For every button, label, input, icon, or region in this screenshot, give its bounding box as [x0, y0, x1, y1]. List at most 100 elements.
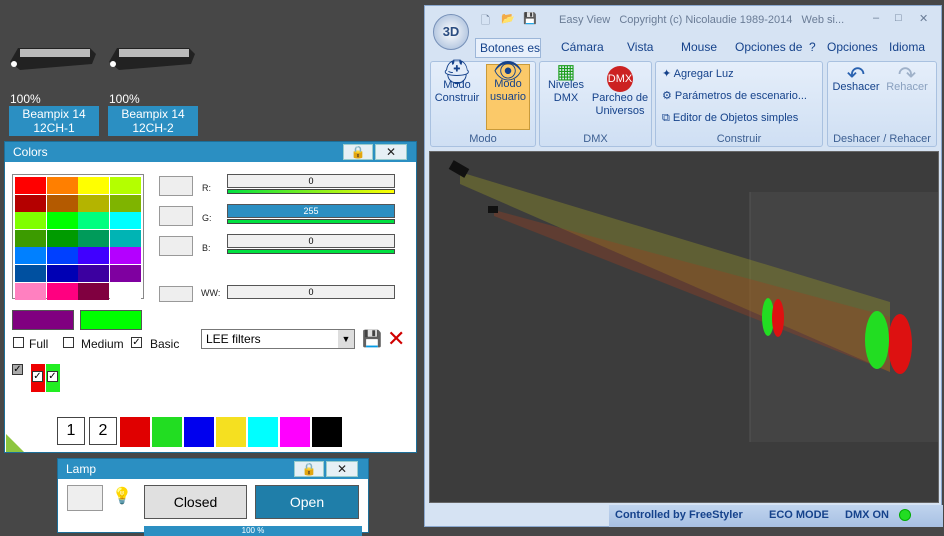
save-icon[interactable]: 💾 [523, 12, 537, 25]
lock-button[interactable]: 🔒 [343, 144, 373, 160]
open-button[interactable]: Open [255, 485, 359, 519]
color-cell[interactable] [15, 194, 46, 212]
resize-grip-icon[interactable] [6, 434, 24, 452]
color-cell[interactable] [78, 194, 109, 212]
color-cell[interactable] [46, 265, 78, 282]
close-button[interactable]: ✕ [919, 12, 928, 25]
g-slider[interactable]: 255 [227, 204, 395, 218]
palette-swatch[interactable] [312, 417, 342, 447]
app-titlebar[interactable]: 3D 🗋 📂 💾 Easy View Copyright (c) Nicolau… [425, 6, 941, 50]
color-cell[interactable] [46, 282, 78, 300]
checkbox-green-cell[interactable]: ✓ [46, 364, 60, 392]
basic-checkbox[interactable]: ✓ [131, 337, 142, 348]
color-cell[interactable] [15, 229, 46, 247]
color-cell[interactable] [46, 212, 78, 230]
lock-button[interactable]: 🔒 [294, 461, 324, 477]
rehacer-button[interactable]: ↷ Rehacer [882, 62, 932, 94]
parametros-button[interactable]: ⚙ Parámetros de escenario... [662, 90, 807, 103]
idioma-menu[interactable]: Idioma [889, 40, 925, 54]
close-button[interactable]: ✕ [375, 144, 407, 160]
fixture-percent: 100% [10, 92, 41, 106]
closed-button[interactable]: Closed [144, 485, 247, 519]
full-checkbox[interactable] [13, 337, 24, 348]
close-button[interactable]: ✕ [326, 461, 358, 477]
palette-swatch[interactable] [184, 417, 214, 447]
tab-botones[interactable]: Botones esta [475, 38, 541, 58]
ww-preset-button[interactable] [159, 286, 193, 302]
color-cell[interactable] [109, 177, 141, 194]
fixture-2[interactable]: 100% Beampix 14 12CH-2 [107, 0, 199, 140]
color-cell[interactable] [15, 212, 46, 230]
opciones-menu[interactable]: Opciones [827, 40, 878, 54]
checkbox-gray[interactable]: ✓ [12, 364, 23, 375]
modo-construir-button[interactable]: ⛑ Modo Construir [433, 61, 481, 130]
color-cell[interactable] [78, 177, 109, 194]
chevron-down-icon: ▼ [338, 330, 354, 348]
palette-swatch[interactable] [120, 417, 150, 447]
r-preset-button[interactable] [159, 176, 193, 196]
palette-swatch[interactable] [216, 417, 246, 447]
color-cell[interactable] [109, 265, 141, 282]
color-cell[interactable] [78, 229, 109, 247]
page-2-button[interactable]: 2 [89, 417, 117, 445]
color-cell[interactable] [46, 229, 78, 247]
fixture-1[interactable]: 100% Beampix 14 12CH-1 [8, 0, 100, 140]
ww-slider[interactable]: 0 [227, 285, 395, 299]
color-cell[interactable] [15, 265, 46, 282]
color-cell[interactable] [78, 212, 109, 230]
lamp-level-bar[interactable]: 100 % [144, 526, 362, 536]
b-slider[interactable]: 0 [227, 234, 395, 248]
colors-titlebar[interactable]: Colors 🔒 ✕ [5, 142, 416, 162]
open-icon[interactable]: 📂 [501, 12, 515, 25]
lamp-titlebar[interactable]: Lamp 🔒 ✕ [58, 459, 368, 479]
group-undo: ↶ Deshacer ↷ Rehacer Deshacer / Rehacer [827, 61, 937, 147]
palette-swatch[interactable] [280, 417, 310, 447]
color-cell[interactable] [78, 247, 109, 265]
b-preset-button[interactable] [159, 236, 193, 256]
redo-icon: ↷ [897, 62, 917, 87]
save-icon[interactable]: 💾 [362, 329, 382, 349]
color-grid[interactable] [12, 174, 144, 300]
filter-select[interactable]: LEE filters ▼ [201, 329, 355, 349]
color-cell[interactable] [109, 247, 141, 265]
color-cell[interactable] [15, 177, 46, 194]
color-cell[interactable] [15, 282, 46, 300]
palette-swatch[interactable] [248, 417, 278, 447]
eco-mode-label[interactable]: ECO MODE [769, 509, 829, 521]
delete-icon[interactable]: ✕ [387, 326, 405, 352]
color-cell[interactable] [109, 229, 141, 247]
g-preset-button[interactable] [159, 206, 193, 226]
deshacer-button[interactable]: ↶ Deshacer [830, 64, 882, 94]
niveles-dmx-button[interactable]: ▦ Niveles DMX [542, 62, 590, 130]
new-icon[interactable]: 🗋 [481, 12, 490, 31]
medium-checkbox[interactable] [63, 337, 74, 348]
color-cell[interactable] [78, 282, 109, 300]
color-cell[interactable] [109, 282, 141, 300]
3d-viewport[interactable] [429, 151, 939, 503]
dmx-on-label[interactable]: DMX ON [845, 509, 889, 521]
modo-usuario-button[interactable]: 👁 Modo usuario [486, 60, 530, 130]
editor-objetos-button[interactable]: ⧉ Editor de Objetos simples [662, 112, 798, 125]
tab-camara[interactable]: Cámara [561, 40, 604, 54]
page-1-button[interactable]: 1 [57, 417, 85, 445]
tab-vista[interactable]: Vista [627, 40, 653, 54]
color-cell[interactable] [46, 177, 78, 194]
r-slider[interactable]: 0 [227, 174, 395, 188]
color-cell[interactable] [109, 194, 141, 212]
color-cell[interactable] [109, 212, 141, 230]
tab-mouse[interactable]: Mouse [681, 40, 717, 54]
help-menu[interactable]: ? [809, 40, 816, 54]
maximize-button[interactable]: □ [895, 12, 902, 24]
color-cell[interactable] [46, 194, 78, 212]
color-cell[interactable] [78, 265, 109, 282]
color-cell[interactable] [46, 247, 78, 265]
agregar-luz-button[interactable]: ✦ Agregar Luz [662, 68, 734, 81]
minimize-button[interactable]: – [873, 12, 879, 24]
tab-opciones-de[interactable]: Opciones de [735, 40, 802, 54]
checkbox-red-cell[interactable]: ✓ [31, 364, 45, 392]
lamp-preset-button[interactable] [67, 485, 103, 511]
parcheo-button[interactable]: DMX Parcheo de Universos [590, 66, 650, 130]
palette-swatch[interactable] [152, 417, 182, 447]
color-cell[interactable] [15, 247, 46, 265]
group-modo: ⛑ Modo Construir 👁 Modo usuario Modo [430, 60, 536, 147]
